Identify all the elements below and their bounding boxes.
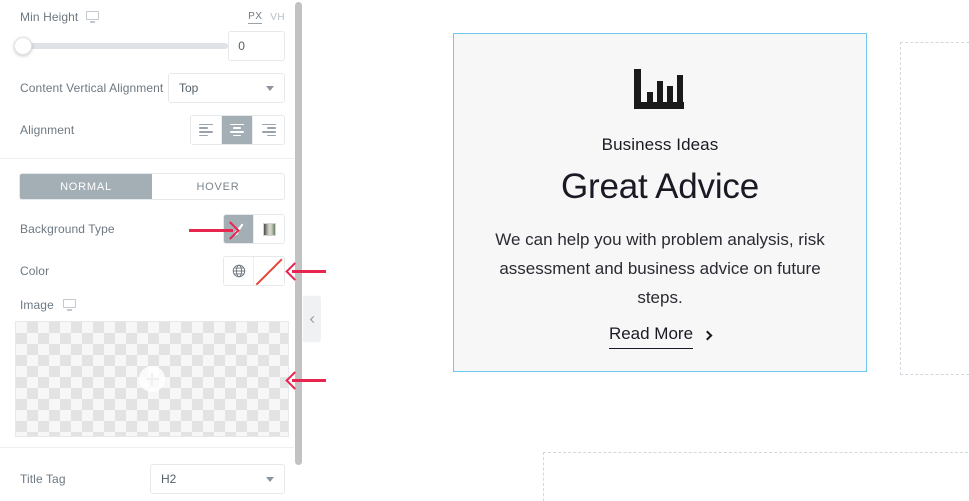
content-vertical-alignment-row: Content Vertical Alignment Top	[0, 73, 303, 103]
min-height-unit-switcher: PX VH	[248, 11, 285, 24]
title-tag-row: Title Tag H2	[0, 464, 303, 494]
chevron-left-icon	[309, 315, 317, 323]
align-center-button[interactable]	[222, 116, 253, 144]
section-divider-top	[0, 158, 303, 159]
min-height-label-group: Min Height	[20, 10, 100, 24]
align-right-button[interactable]	[253, 116, 284, 144]
alignment-button-group	[190, 115, 285, 145]
no-color-button[interactable]	[254, 257, 284, 285]
card-body-text: We can help you with problem analysis, r…	[495, 230, 825, 307]
unit-vh[interactable]: VH	[270, 12, 285, 24]
card-title: Great Advice	[561, 167, 759, 206]
app-root: Min Height PX VH 0 Content Vertical Alig…	[0, 0, 969, 501]
align-left-button[interactable]	[191, 116, 222, 144]
global-color-button[interactable]	[224, 257, 254, 285]
panel-collapse-handle[interactable]	[303, 296, 321, 342]
no-color-swatch-icon	[256, 258, 282, 284]
panel-scrollbar[interactable]	[294, 0, 303, 501]
monitor-icon[interactable]	[62, 299, 76, 311]
alignment-label: Alignment	[20, 123, 75, 137]
align-left-icon	[199, 123, 213, 137]
read-more-link[interactable]: Read More	[608, 324, 713, 349]
state-tab-group: NORMAL HOVER	[19, 173, 285, 200]
bottom-dashed-placeholder[interactable]	[543, 452, 969, 501]
min-height-row: Min Height PX VH	[0, 6, 303, 28]
panel-scrollbar-thumb[interactable]	[295, 2, 302, 465]
chevron-down-icon	[266, 86, 274, 91]
background-type-label: Background Type	[20, 222, 115, 236]
color-label: Color	[20, 264, 50, 278]
image-label: Image	[20, 298, 54, 312]
min-height-slider[interactable]	[14, 37, 229, 55]
min-height-input[interactable]: 0	[228, 31, 285, 61]
color-row: Color	[0, 256, 303, 286]
editor-canvas: Business Ideas Great Advice We can help …	[321, 0, 969, 501]
content-vertical-alignment-select[interactable]: Top	[168, 73, 285, 103]
tab-normal[interactable]: NORMAL	[20, 174, 152, 199]
align-right-icon	[261, 123, 276, 137]
min-height-label: Min Height	[20, 10, 79, 24]
slider-handle[interactable]	[14, 37, 32, 55]
section-divider-bottom	[0, 447, 303, 448]
read-more-label: Read More	[608, 324, 694, 349]
min-height-control-row: 0	[0, 31, 303, 61]
card-subtitle: Business Ideas	[601, 135, 719, 154]
right-dashed-placeholder[interactable]	[900, 42, 969, 375]
gradient-icon	[262, 222, 276, 236]
bar-chart-icon	[634, 69, 684, 109]
image-upload-dropzone[interactable]	[15, 321, 289, 437]
image-label-group: Image	[20, 298, 76, 312]
globe-icon	[232, 264, 245, 278]
settings-panel: Min Height PX VH 0 Content Vertical Alig…	[0, 0, 303, 501]
color-button-group	[223, 256, 285, 286]
content-vertical-alignment-label: Content Vertical Alignment	[20, 81, 164, 95]
title-tag-label: Title Tag	[20, 472, 66, 486]
monitor-icon[interactable]	[86, 11, 100, 23]
chevron-down-icon	[266, 477, 274, 482]
unit-px[interactable]: PX	[248, 11, 263, 24]
background-type-gradient-button[interactable]	[254, 215, 284, 243]
content-vertical-alignment-value: Top	[179, 81, 199, 95]
title-tag-value: H2	[161, 472, 177, 486]
icon-box-widget[interactable]: Business Ideas Great Advice We can help …	[453, 33, 867, 372]
alignment-row: Alignment	[0, 115, 303, 145]
background-type-row: Background Type	[0, 214, 303, 244]
image-row: Image	[0, 296, 303, 314]
align-center-icon	[230, 123, 244, 137]
add-plus-icon	[139, 366, 165, 392]
chevron-right-icon	[702, 330, 713, 341]
tab-hover[interactable]: HOVER	[152, 174, 284, 199]
title-tag-select[interactable]: H2	[150, 464, 285, 494]
